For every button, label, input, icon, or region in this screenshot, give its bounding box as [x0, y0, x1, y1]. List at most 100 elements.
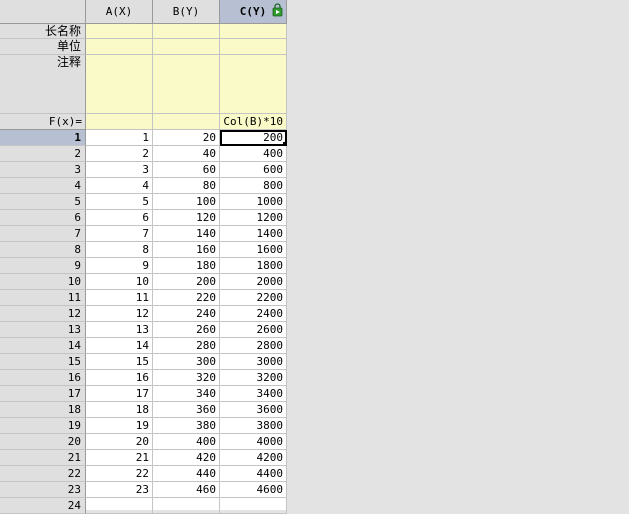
row-header[interactable]: 18: [0, 402, 86, 418]
data-cell-c[interactable]: 600: [220, 162, 287, 178]
unit-cell-a[interactable]: [86, 39, 153, 55]
comment-cell-a[interactable]: [86, 55, 153, 114]
data-cell-b[interactable]: 100: [153, 194, 220, 210]
data-cell-c[interactable]: 400: [220, 146, 287, 162]
row-header[interactable]: 7: [0, 226, 86, 242]
data-cell-a[interactable]: 17: [86, 386, 153, 402]
data-cell-b[interactable]: 360: [153, 402, 220, 418]
data-cell-c[interactable]: 4600: [220, 482, 287, 498]
data-cell-c[interactable]: 3400: [220, 386, 287, 402]
data-cell-b[interactable]: 400: [153, 434, 220, 450]
unit-cell-b[interactable]: [153, 39, 220, 55]
data-cell-b[interactable]: 340: [153, 386, 220, 402]
row-header[interactable]: 2: [0, 146, 86, 162]
row-header[interactable]: 23: [0, 482, 86, 498]
data-cell-a[interactable]: 8: [86, 242, 153, 258]
data-cell-a[interactable]: 1: [86, 130, 153, 146]
data-cell-a[interactable]: 20: [86, 434, 153, 450]
data-cell-a[interactable]: 16: [86, 370, 153, 386]
data-cell-b[interactable]: 260: [153, 322, 220, 338]
data-cell-a[interactable]: 12: [86, 306, 153, 322]
data-cell-a[interactable]: 6: [86, 210, 153, 226]
data-cell-c[interactable]: 1800: [220, 258, 287, 274]
data-cell-b[interactable]: 440: [153, 466, 220, 482]
row-header[interactable]: 9: [0, 258, 86, 274]
data-cell-c[interactable]: 1000: [220, 194, 287, 210]
formula-cell-a[interactable]: [86, 114, 153, 130]
row-header[interactable]: 20: [0, 434, 86, 450]
data-cell-b[interactable]: 280: [153, 338, 220, 354]
data-cell-c[interactable]: 1200: [220, 210, 287, 226]
data-cell-c[interactable]: [220, 498, 287, 514]
data-cell-c[interactable]: 200: [220, 130, 287, 146]
data-cell-b[interactable]: 80: [153, 178, 220, 194]
data-cell-c[interactable]: 2400: [220, 306, 287, 322]
row-header[interactable]: 10: [0, 274, 86, 290]
data-cell-a[interactable]: [86, 498, 153, 514]
data-cell-b[interactable]: 40: [153, 146, 220, 162]
data-cell-b[interactable]: 220: [153, 290, 220, 306]
data-cell-a[interactable]: 15: [86, 354, 153, 370]
data-cell-b[interactable]: 380: [153, 418, 220, 434]
row-header[interactable]: 22: [0, 466, 86, 482]
data-cell-c[interactable]: 1400: [220, 226, 287, 242]
row-header[interactable]: 4: [0, 178, 86, 194]
row-header[interactable]: 8: [0, 242, 86, 258]
data-cell-a[interactable]: 2: [86, 146, 153, 162]
data-cell-b[interactable]: 240: [153, 306, 220, 322]
column-header-a[interactable]: A(X): [86, 0, 153, 24]
row-header[interactable]: 19: [0, 418, 86, 434]
row-header[interactable]: 17: [0, 386, 86, 402]
data-cell-a[interactable]: 4: [86, 178, 153, 194]
data-cell-b[interactable]: 300: [153, 354, 220, 370]
data-cell-a[interactable]: 23: [86, 482, 153, 498]
data-cell-a[interactable]: 9: [86, 258, 153, 274]
data-cell-a[interactable]: 7: [86, 226, 153, 242]
data-cell-a[interactable]: 18: [86, 402, 153, 418]
data-cell-c[interactable]: 3200: [220, 370, 287, 386]
row-header[interactable]: 5: [0, 194, 86, 210]
data-cell-b[interactable]: 320: [153, 370, 220, 386]
row-header[interactable]: 3: [0, 162, 86, 178]
formula-cell-c[interactable]: Col(B)*10: [220, 114, 287, 130]
row-header[interactable]: 21: [0, 450, 86, 466]
column-header-b[interactable]: B(Y): [153, 0, 220, 24]
row-header[interactable]: 1: [0, 130, 86, 146]
data-cell-c[interactable]: 2000: [220, 274, 287, 290]
long-name-cell-a[interactable]: [86, 24, 153, 39]
data-cell-c[interactable]: 2200: [220, 290, 287, 306]
data-cell-c[interactable]: 3600: [220, 402, 287, 418]
row-header[interactable]: 13: [0, 322, 86, 338]
formula-cell-b[interactable]: [153, 114, 220, 130]
row-header[interactable]: 24: [0, 498, 86, 514]
data-cell-a[interactable]: 11: [86, 290, 153, 306]
data-cell-a[interactable]: 21: [86, 450, 153, 466]
data-cell-c[interactable]: 1600: [220, 242, 287, 258]
data-cell-c[interactable]: 4400: [220, 466, 287, 482]
data-cell-c[interactable]: 3800: [220, 418, 287, 434]
data-cell-b[interactable]: 140: [153, 226, 220, 242]
data-cell-c[interactable]: 3000: [220, 354, 287, 370]
row-header[interactable]: 14: [0, 338, 86, 354]
lock-recalculate-icon[interactable]: [271, 3, 285, 17]
data-cell-b[interactable]: 420: [153, 450, 220, 466]
data-cell-a[interactable]: 13: [86, 322, 153, 338]
data-cell-b[interactable]: 460: [153, 482, 220, 498]
data-cell-b[interactable]: 180: [153, 258, 220, 274]
data-cell-b[interactable]: 60: [153, 162, 220, 178]
data-cell-a[interactable]: 5: [86, 194, 153, 210]
data-cell-c[interactable]: 800: [220, 178, 287, 194]
select-all-corner[interactable]: [0, 0, 86, 24]
data-cell-a[interactable]: 14: [86, 338, 153, 354]
data-cell-c[interactable]: 4000: [220, 434, 287, 450]
comment-cell-c[interactable]: [220, 55, 287, 114]
row-header[interactable]: 6: [0, 210, 86, 226]
data-cell-b[interactable]: [153, 498, 220, 514]
data-cell-a[interactable]: 19: [86, 418, 153, 434]
data-cell-a[interactable]: 3: [86, 162, 153, 178]
data-cell-c[interactable]: 4200: [220, 450, 287, 466]
data-cell-b[interactable]: 120: [153, 210, 220, 226]
data-cell-c[interactable]: 2600: [220, 322, 287, 338]
unit-cell-c[interactable]: [220, 39, 287, 55]
comment-cell-b[interactable]: [153, 55, 220, 114]
